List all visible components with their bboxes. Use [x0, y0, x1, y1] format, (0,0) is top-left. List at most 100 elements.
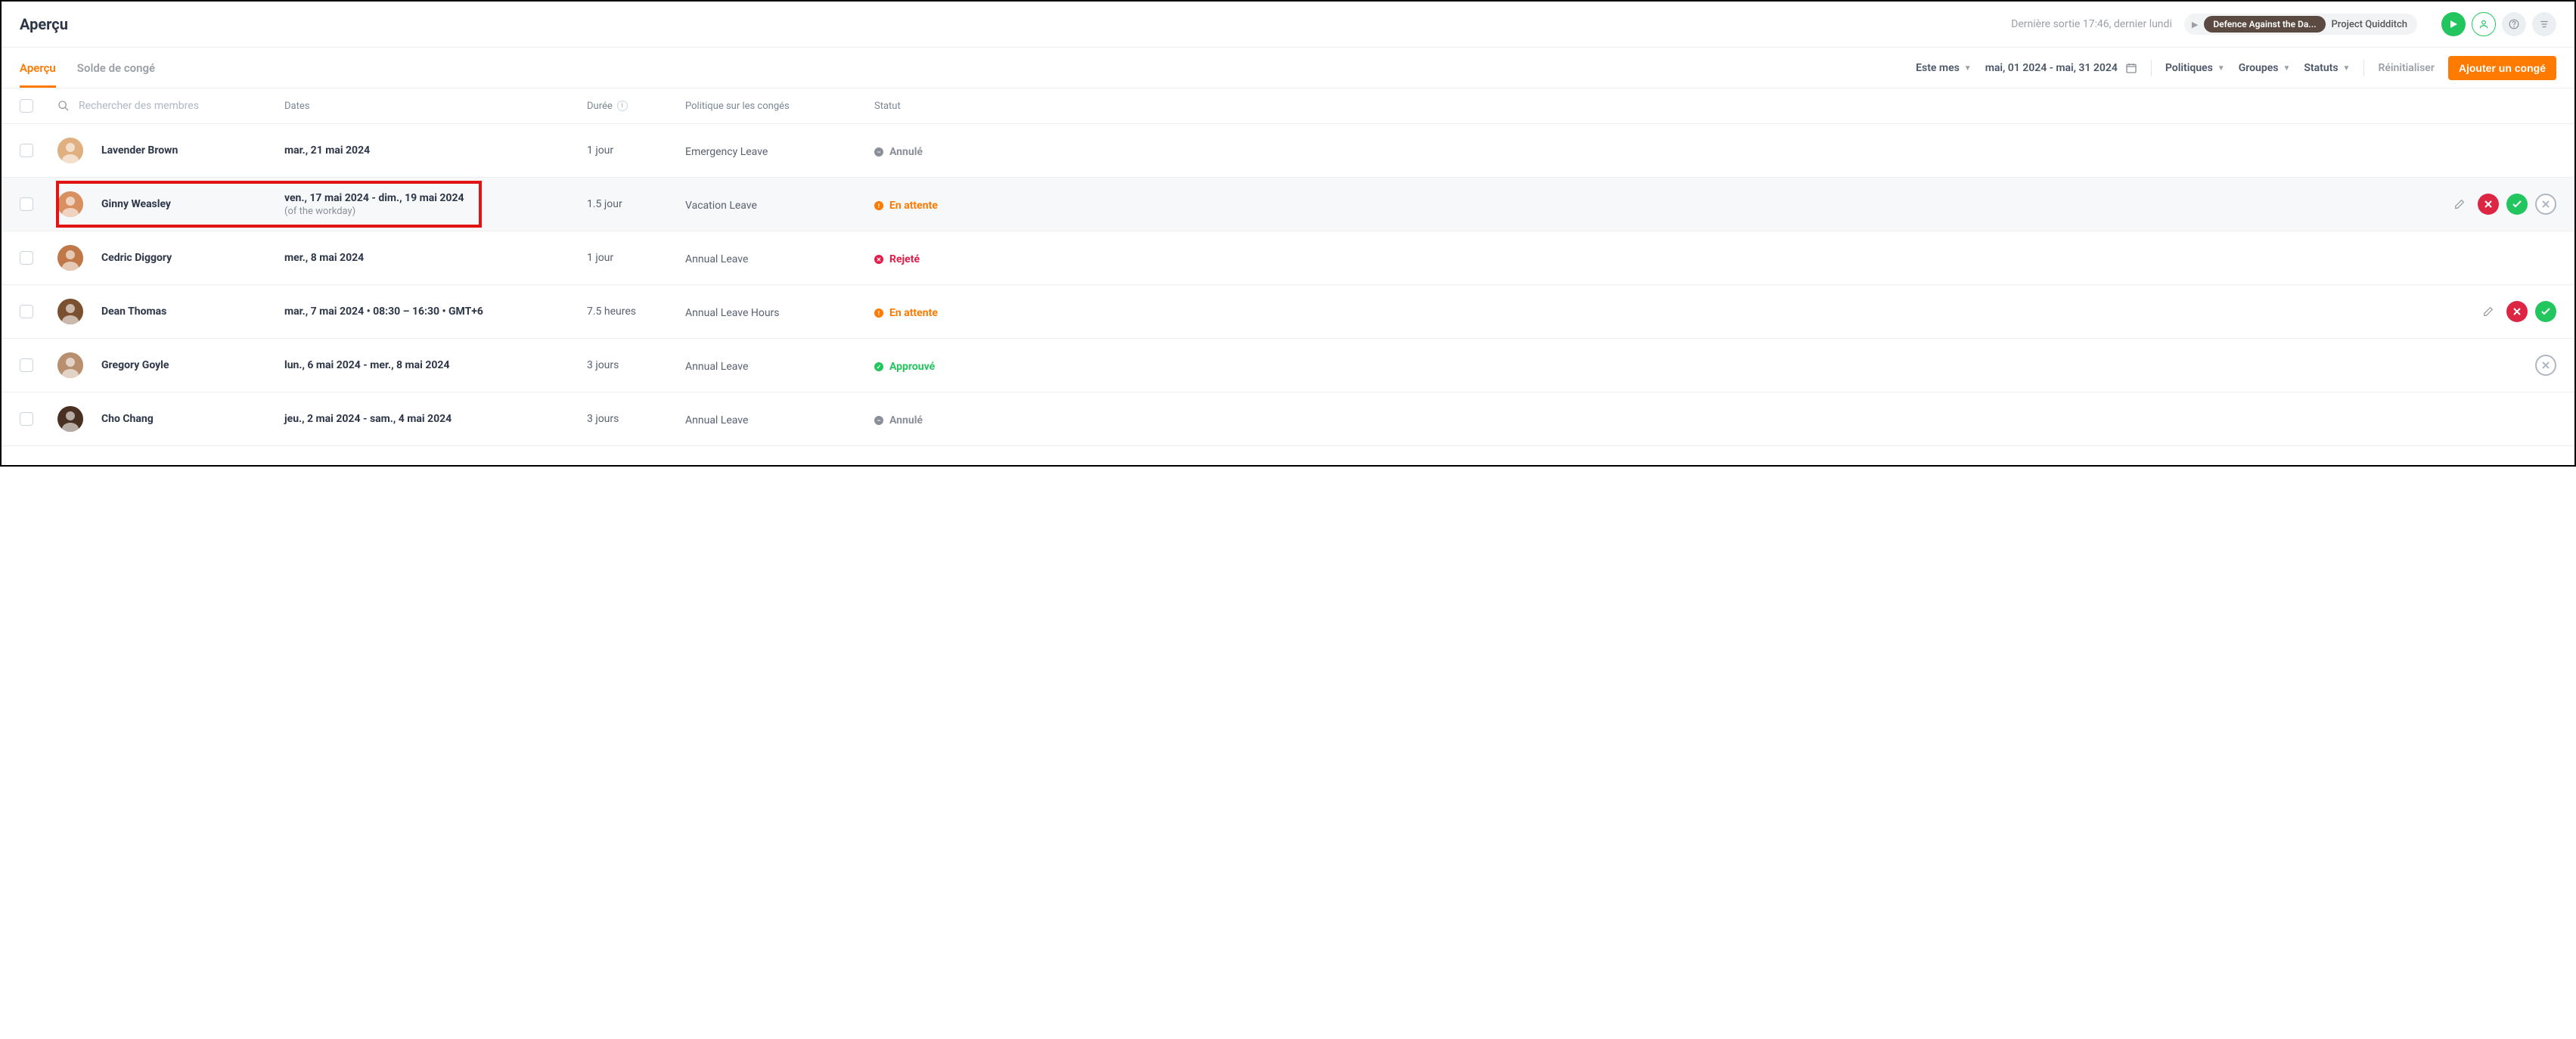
avatar [57, 138, 83, 163]
edit-button[interactable] [2478, 301, 2499, 322]
tab-overview[interactable]: Aperçu [20, 48, 56, 88]
caret-down-icon: ▼ [1964, 64, 1972, 73]
tab-leave-balance[interactable]: Solde de congé [77, 48, 155, 88]
table-row[interactable]: Lavender Brown mar., 21 mai 2024 1 jour … [2, 124, 2574, 178]
member-name: Ginny Weasley [101, 198, 171, 210]
reject-button[interactable] [2478, 194, 2499, 215]
period-dropdown[interactable]: Este mes ▼ [1916, 62, 1972, 74]
table-header: Rechercher des membres Dates Durée i Pol… [2, 88, 2574, 124]
date-range-text: mai, 01 2024 - mai, 31 2024 [1985, 62, 2118, 74]
info-icon[interactable]: i [617, 101, 628, 111]
status-badge: – Annulé [874, 414, 923, 426]
separator [2151, 60, 2152, 76]
avatar [57, 245, 83, 271]
row-checkbox[interactable] [20, 412, 33, 426]
date-range-picker[interactable]: mai, 01 2024 - mai, 31 2024 [1985, 62, 2137, 74]
row-checkbox[interactable] [20, 305, 33, 318]
cancel-button[interactable] [2535, 194, 2556, 215]
policy: Annual Leave [685, 361, 748, 373]
date-main: lun., 6 mai 2024 - mer., 8 mai 2024 [284, 359, 587, 371]
status-label: Annulé [889, 146, 923, 158]
last-exit-text: Dernière sortie 17:46, dernier lundi [2011, 18, 2172, 30]
separator [2363, 60, 2364, 76]
policies-dropdown[interactable]: Politiques▼ [2165, 62, 2225, 74]
policy: Vacation Leave [685, 200, 757, 212]
policy: Emergency Leave [685, 146, 768, 158]
user-circle-button[interactable] [2472, 12, 2496, 36]
row-checkbox[interactable] [20, 251, 33, 265]
groups-dropdown[interactable]: Groupes▼ [2239, 62, 2291, 74]
select-all-checkbox[interactable] [20, 99, 33, 113]
statuses-dropdown[interactable]: Statuts▼ [2304, 62, 2350, 74]
policy: Annual Leave [685, 253, 748, 265]
search-icon[interactable] [57, 100, 70, 112]
row-checkbox[interactable] [20, 144, 33, 157]
member-name: Lavender Brown [101, 144, 178, 157]
status-dot-icon: ✓ [874, 362, 883, 371]
avatar [57, 352, 83, 378]
status-dot-icon: – [874, 416, 883, 425]
period-label: Este mes [1916, 62, 1960, 74]
reset-filters[interactable]: Réinitialiser [2378, 62, 2434, 74]
date-sub: (of the workday) [284, 206, 587, 217]
avatar [57, 299, 83, 324]
settings-button[interactable] [2532, 12, 2556, 36]
duration: 7.5 heures [587, 305, 636, 318]
status-badge: ! En attente [874, 307, 938, 319]
table-row[interactable]: Ginny Weasley ven., 17 mai 2024 - dim., … [2, 178, 2574, 231]
col-status: Statut [874, 101, 1026, 112]
date-main: ven., 17 mai 2024 - dim., 19 mai 2024 [284, 192, 587, 204]
status-dot-icon: – [874, 147, 883, 157]
duration: 3 jours [587, 359, 619, 371]
approve-button[interactable] [2506, 194, 2528, 215]
table-row[interactable]: Cho Chang jeu., 2 mai 2024 - sam., 4 mai… [2, 392, 2574, 446]
duration: 1 jour [587, 252, 613, 264]
member-name: Dean Thomas [101, 305, 166, 318]
project-secondary: Project Quidditch [2332, 19, 2415, 30]
duration: 1.5 jour [587, 198, 622, 210]
date-main: mar., 7 mai 2024 • 08:30 – 16:30 • GMT+6 [284, 305, 587, 318]
status-badge: – Annulé [874, 146, 923, 158]
table-row[interactable]: Dean Thomas mar., 7 mai 2024 • 08:30 – 1… [2, 285, 2574, 339]
add-leave-button[interactable]: Ajouter un congé [2448, 56, 2556, 80]
avatar [57, 406, 83, 432]
policy: Annual Leave Hours [685, 307, 780, 319]
row-checkbox[interactable] [20, 358, 33, 372]
status-dot-icon: ✕ [874, 255, 883, 264]
row-checkbox[interactable] [20, 197, 33, 211]
member-name: Gregory Goyle [101, 359, 169, 371]
member-name: Cedric Diggory [101, 252, 172, 264]
date-main: mer., 8 mai 2024 [284, 252, 587, 264]
project-pill[interactable]: ▶ Defence Against the Da... Project Quid… [2184, 14, 2417, 35]
caret-down-icon: ▼ [2283, 64, 2290, 73]
search-input[interactable]: Rechercher des membres [79, 100, 199, 112]
table-body: Lavender Brown mar., 21 mai 2024 1 jour … [2, 124, 2574, 446]
play-icon: ▶ [2192, 20, 2198, 29]
start-timer-button[interactable] [2441, 12, 2466, 36]
date-main: jeu., 2 mai 2024 - sam., 4 mai 2024 [284, 413, 587, 425]
page-title: Aperçu [20, 15, 68, 33]
reject-button[interactable] [2506, 301, 2528, 322]
status-label: En attente [889, 307, 938, 319]
caret-down-icon: ▼ [2218, 64, 2225, 73]
avatar [57, 191, 83, 217]
status-label: En attente [889, 200, 938, 212]
status-label: Approuvé [889, 361, 935, 373]
edit-button[interactable] [2449, 194, 2470, 215]
calendar-icon [2125, 62, 2137, 74]
duration: 3 jours [587, 413, 619, 425]
status-label: Annulé [889, 414, 923, 426]
cancel-button[interactable] [2535, 355, 2556, 376]
approve-button[interactable] [2535, 301, 2556, 322]
status-label: Rejeté [889, 253, 920, 265]
help-button[interactable] [2502, 12, 2526, 36]
date-main: mar., 21 mai 2024 [284, 144, 587, 157]
caret-down-icon: ▼ [2343, 64, 2351, 73]
col-duration: Durée [587, 101, 613, 112]
table-row[interactable]: Cedric Diggory mer., 8 mai 2024 1 jour A… [2, 231, 2574, 285]
status-badge: ! En attente [874, 200, 938, 212]
policy: Annual Leave [685, 414, 748, 426]
col-policy: Politique sur les congés [685, 101, 874, 112]
toolbar: Aperçu Solde de congé Este mes ▼ mai, 01… [2, 48, 2574, 88]
table-row[interactable]: Gregory Goyle lun., 6 mai 2024 - mer., 8… [2, 339, 2574, 392]
